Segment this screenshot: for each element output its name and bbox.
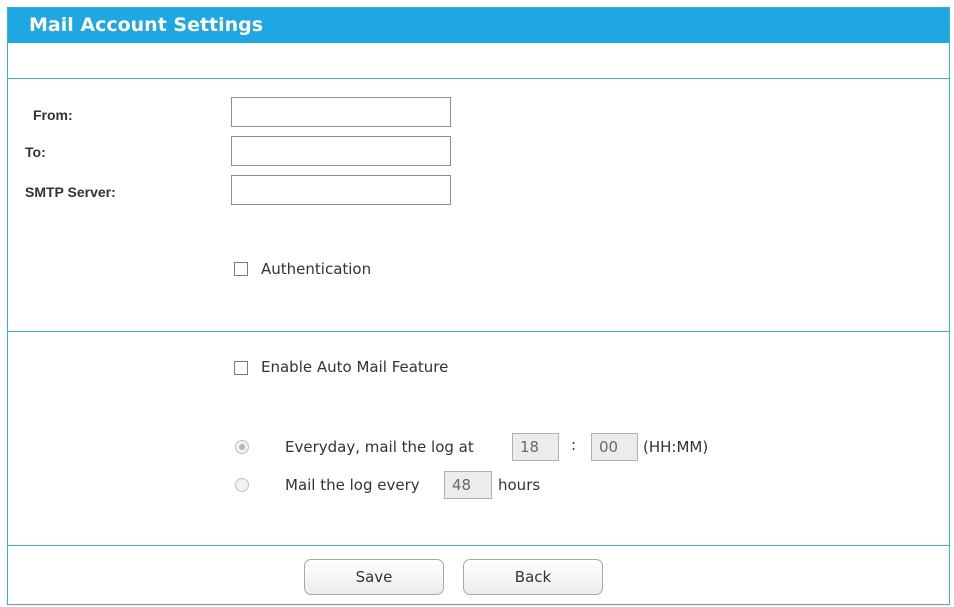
to-field[interactable] bbox=[231, 136, 451, 166]
everyday-hour-input[interactable] bbox=[512, 433, 559, 461]
section-divider-top bbox=[8, 78, 949, 79]
enable-auto-mail-checkbox[interactable] bbox=[234, 361, 248, 375]
everyday-radio[interactable] bbox=[235, 440, 249, 454]
back-button[interactable]: Back bbox=[463, 559, 603, 595]
time-separator: : bbox=[571, 436, 577, 454]
page-title: Mail Account Settings bbox=[8, 8, 949, 43]
section-divider-bottom bbox=[8, 545, 949, 546]
from-field[interactable] bbox=[231, 97, 451, 127]
interval-hours-input[interactable] bbox=[444, 471, 492, 499]
authentication-checkbox[interactable] bbox=[234, 262, 248, 276]
time-format-hint: (HH:MM) bbox=[643, 438, 709, 456]
from-label: From: bbox=[33, 107, 73, 123]
interval-label: Mail the log every bbox=[285, 476, 420, 494]
interval-radio[interactable] bbox=[235, 478, 249, 492]
save-button[interactable]: Save bbox=[304, 559, 444, 595]
to-label: To: bbox=[25, 144, 46, 160]
everyday-minute-input[interactable] bbox=[591, 433, 638, 461]
smtp-server-label: SMTP Server: bbox=[25, 184, 116, 200]
interval-unit-label: hours bbox=[498, 476, 541, 494]
authentication-label: Authentication bbox=[261, 260, 372, 278]
enable-auto-mail-label: Enable Auto Mail Feature bbox=[261, 358, 449, 376]
section-divider-middle bbox=[8, 331, 949, 332]
smtp-server-field[interactable] bbox=[231, 175, 451, 205]
everyday-label: Everyday, mail the log at bbox=[285, 438, 474, 456]
mail-settings-panel: Mail Account Settings From: To: SMTP Ser… bbox=[7, 7, 950, 605]
